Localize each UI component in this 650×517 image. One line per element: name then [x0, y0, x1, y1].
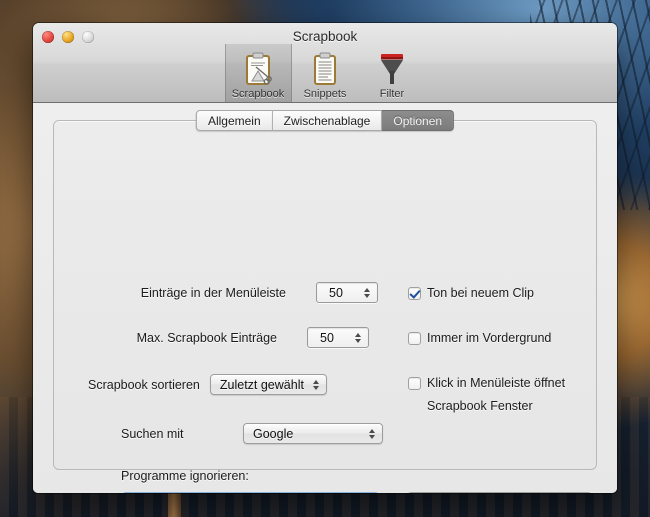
sort-by-label: Scrapbook sortieren [88, 377, 200, 392]
funnel-icon [377, 52, 407, 86]
reset-warnings-button[interactable]: Warnungen zurücksetzen [407, 492, 592, 493]
row-menubar-entries: Einträge in der Menüleiste 50 [88, 282, 378, 303]
toolbar-item-label: Filter [379, 88, 405, 100]
sound-on-clip-label: Ton bei neuem Clip [427, 286, 535, 300]
toolbar-item-label: Scrapbook [231, 88, 285, 100]
menubar-click-label: Klick in Menüleiste öffnet [427, 376, 566, 390]
max-entries-value: 50 [320, 330, 334, 345]
toolbar: Scrapbook Snippets Filter [33, 44, 617, 102]
sort-by-popup-button[interactable]: Zuletzt gewählt [209, 374, 327, 395]
tab-zwischenablage[interactable]: Zwischenablage [272, 110, 383, 131]
window-title: Scrapbook [292, 29, 358, 44]
always-front-checkbox[interactable] [408, 332, 421, 345]
menubar-click-checkbox[interactable] [408, 377, 421, 390]
window-titlebar: Scrapbook Scrapbook Snippets Filter [33, 23, 617, 103]
sound-on-clip-checkbox[interactable] [408, 287, 421, 300]
tab-optionen[interactable]: Optionen [382, 110, 455, 131]
sort-by-value: Zuletzt gewählt [219, 377, 304, 392]
ignore-apps-label: Programme ignorieren: [121, 469, 249, 483]
toolbar-item-scrapbook[interactable]: Scrapbook [224, 44, 292, 102]
stepper-arrows-icon[interactable] [364, 287, 370, 298]
focus-ring [121, 492, 380, 493]
search-with-popup-button[interactable]: Google [243, 423, 383, 444]
stepper-arrows-icon[interactable] [355, 332, 361, 343]
max-entries-label: Max. Scrapbook Einträge [136, 330, 277, 345]
checkbox-row-always-front[interactable]: Immer im Vordergrund [408, 330, 551, 347]
row-sort-by: Scrapbook sortieren Zuletzt gewählt [88, 374, 327, 395]
ignore-apps-combobox[interactable] [121, 492, 380, 493]
row-max-entries: Max. Scrapbook Einträge 50 [88, 327, 369, 348]
row-search-with: Suchen mit Google [121, 423, 383, 444]
popup-arrows-icon [369, 428, 375, 439]
menubar-entries-value: 50 [329, 285, 343, 300]
toolbar-item-label: Snippets [303, 88, 347, 100]
checkbox-row-menubar-click[interactable]: Klick in Menüleiste öffnet [408, 375, 565, 392]
popup-arrows-icon [312, 379, 319, 390]
checkbox-row-sound-on-clip[interactable]: Ton bei neuem Clip [408, 285, 534, 302]
clipboard-text-icon [311, 52, 339, 86]
max-entries-stepper[interactable]: 50 [307, 327, 369, 348]
tab-bar: Allgemein Zwischenablage Optionen [195, 110, 455, 131]
clipboard-scissors-icon [243, 52, 273, 86]
menubar-entries-stepper[interactable]: 50 [316, 282, 378, 303]
menubar-entries-label: Einträge in der Menüleiste [140, 285, 286, 300]
search-with-label: Suchen mit [121, 426, 184, 441]
toolbar-item-filter[interactable]: Filter [359, 44, 426, 102]
tab-allgemein[interactable]: Allgemein [195, 110, 273, 131]
toolbar-item-snippets[interactable]: Snippets [292, 44, 359, 102]
scrapbook-preferences-window: Scrapbook Scrapbook Snippets Filter Allg… [33, 23, 617, 493]
menubar-click-label-line2: Scrapbook Fenster [427, 399, 533, 413]
preferences-content: Allgemein Zwischenablage Optionen Einträ… [33, 103, 617, 493]
search-with-value: Google [253, 426, 294, 441]
always-front-label: Immer im Vordergrund [427, 331, 552, 345]
